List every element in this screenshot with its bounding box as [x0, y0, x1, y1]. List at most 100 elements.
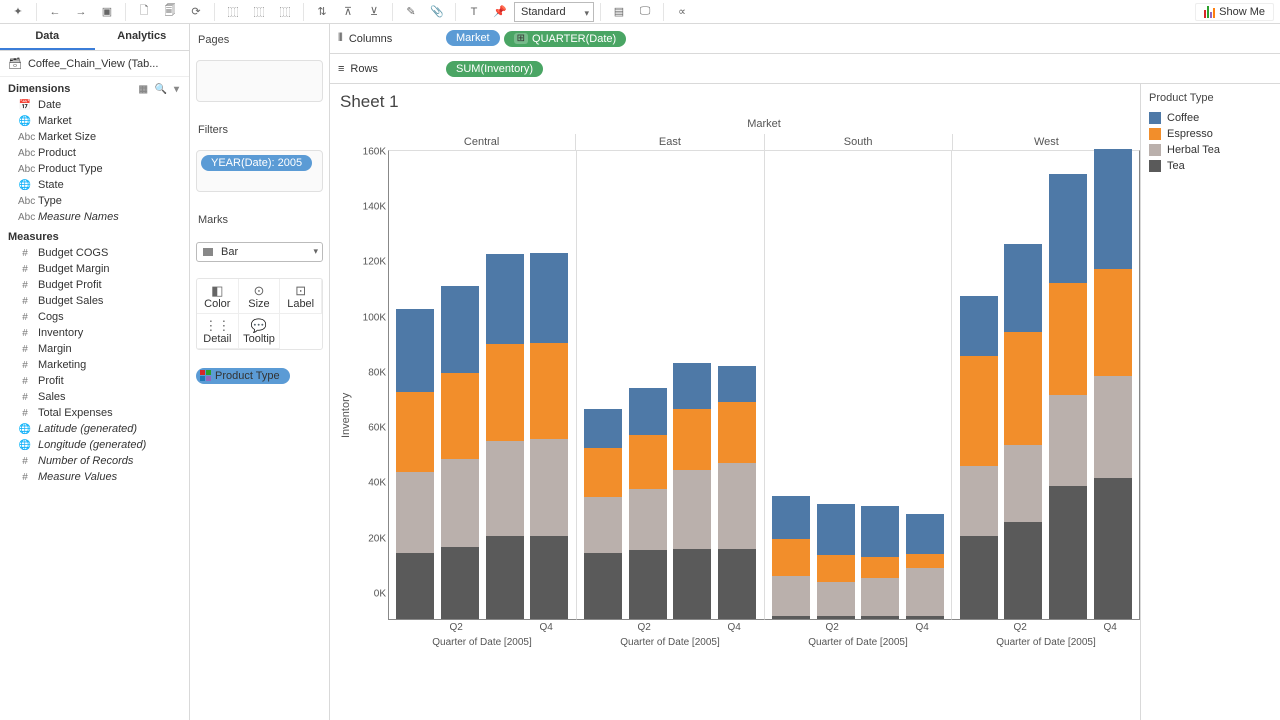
- tab-analytics[interactable]: Analytics: [95, 24, 190, 50]
- bar-segment[interactable]: [1094, 269, 1132, 375]
- bar-segment[interactable]: [673, 409, 711, 470]
- forward-icon[interactable]: →: [69, 1, 93, 23]
- new-sheet-icon[interactable]: ⿲: [221, 1, 245, 23]
- dimension-field-date[interactable]: 📅Date: [0, 97, 189, 113]
- bar-segment[interactable]: [1004, 332, 1042, 445]
- bar-segment[interactable]: [629, 550, 667, 619]
- filter-pill-year[interactable]: YEAR(Date): 2005: [201, 155, 312, 171]
- bar-segment[interactable]: [584, 448, 622, 498]
- bar-segment[interactable]: [1004, 445, 1042, 522]
- text-icon[interactable]: T: [462, 1, 486, 23]
- bar-south-q3[interactable]: [861, 506, 899, 619]
- bar-west-q3[interactable]: [1049, 174, 1087, 619]
- bar-segment[interactable]: [817, 555, 855, 581]
- bar-east-q2[interactable]: [629, 388, 667, 619]
- bar-segment[interactable]: [772, 576, 810, 616]
- filters-shelf[interactable]: YEAR(Date): 2005: [196, 150, 323, 192]
- bar-segment[interactable]: [629, 435, 667, 489]
- bar-segment[interactable]: [584, 409, 622, 448]
- measure-field-sales[interactable]: #Sales: [0, 389, 189, 405]
- measure-field-profit[interactable]: #Profit: [0, 373, 189, 389]
- attach-icon[interactable]: 📎: [425, 1, 449, 23]
- refresh-icon[interactable]: ⟳: [184, 1, 208, 23]
- logo-icon[interactable]: ✦: [6, 1, 30, 23]
- dimension-field-product[interactable]: AbcProduct: [0, 145, 189, 161]
- tab-data[interactable]: Data: [0, 24, 95, 50]
- bar-segment[interactable]: [817, 504, 855, 555]
- bar-segment[interactable]: [772, 616, 810, 619]
- bar-segment[interactable]: [629, 489, 667, 550]
- bar-west-q4[interactable]: [1094, 149, 1132, 619]
- bar-segment[interactable]: [861, 557, 899, 578]
- measure-field-cogs[interactable]: #Cogs: [0, 309, 189, 325]
- bar-segment[interactable]: [718, 549, 756, 620]
- bar-segment[interactable]: [718, 402, 756, 463]
- measure-field-latitude-generated-[interactable]: 🌐Latitude (generated): [0, 421, 189, 437]
- bar-segment[interactable]: [861, 506, 899, 557]
- back-icon[interactable]: ←: [43, 1, 67, 23]
- bar-segment[interactable]: [673, 363, 711, 409]
- marks-tooltip-button[interactable]: 💬Tooltip: [239, 314, 281, 349]
- highlight-icon[interactable]: ✎: [399, 1, 423, 23]
- measure-field-total-expenses[interactable]: #Total Expenses: [0, 405, 189, 421]
- bar-central-q4[interactable]: [530, 253, 568, 619]
- bar-segment[interactable]: [960, 296, 998, 357]
- bar-segment[interactable]: [906, 568, 944, 616]
- bar-segment[interactable]: [584, 497, 622, 552]
- marks-pill-product-type[interactable]: Product Type: [196, 368, 290, 384]
- bar-segment[interactable]: [1094, 149, 1132, 269]
- bar-segment[interactable]: [1004, 244, 1042, 331]
- bar-segment[interactable]: [530, 536, 568, 619]
- new-datasource-icon[interactable]: 🗋: [132, 1, 156, 23]
- bar-segment[interactable]: [960, 356, 998, 465]
- bar-segment[interactable]: [584, 553, 622, 619]
- bar-segment[interactable]: [673, 470, 711, 549]
- bar-segment[interactable]: [441, 459, 479, 547]
- bar-segment[interactable]: [960, 466, 998, 537]
- measure-field-budget-profit[interactable]: #Budget Profit: [0, 277, 189, 293]
- bar-segment[interactable]: [441, 547, 479, 619]
- rows-shelf[interactable]: ≡Rows SUM(Inventory): [330, 54, 1280, 84]
- datasource-row[interactable]: 🗃 Coffee_Chain_View (Tab...: [0, 51, 189, 77]
- dimension-field-type[interactable]: AbcType: [0, 193, 189, 209]
- rows-pill-sum-inventory-[interactable]: SUM(Inventory): [446, 61, 543, 77]
- bar-central-q2[interactable]: [441, 286, 479, 619]
- measure-field-margin[interactable]: #Margin: [0, 341, 189, 357]
- bar-segment[interactable]: [817, 616, 855, 619]
- bar-segment[interactable]: [1049, 174, 1087, 283]
- presentation-icon[interactable]: 🖵: [633, 1, 657, 23]
- bar-segment[interactable]: [906, 616, 944, 619]
- measure-field-number-of-records[interactable]: #Number of Records: [0, 453, 189, 469]
- bar-segment[interactable]: [396, 553, 434, 619]
- sheet-title[interactable]: Sheet 1: [338, 92, 1140, 118]
- bar-segment[interactable]: [1094, 376, 1132, 478]
- duplicate-sheet-icon[interactable]: ⿲: [247, 1, 271, 23]
- sort-desc-icon[interactable]: ⊻: [362, 1, 386, 23]
- measure-field-longitude-generated-[interactable]: 🌐Longitude (generated): [0, 437, 189, 453]
- bar-south-q1[interactable]: [772, 496, 810, 619]
- measure-field-measure-values[interactable]: #Measure Values: [0, 469, 189, 485]
- measure-field-budget-margin[interactable]: #Budget Margin: [0, 261, 189, 277]
- bar-segment[interactable]: [817, 582, 855, 617]
- pages-shelf[interactable]: [196, 60, 323, 102]
- save-icon[interactable]: ▣: [95, 1, 119, 23]
- bar-segment[interactable]: [441, 286, 479, 373]
- measure-field-budget-sales[interactable]: #Budget Sales: [0, 293, 189, 309]
- swap-icon[interactable]: ⇅: [310, 1, 334, 23]
- bar-east-q3[interactable]: [673, 363, 711, 619]
- legend-item-tea[interactable]: Tea: [1149, 158, 1272, 174]
- bar-segment[interactable]: [486, 536, 524, 619]
- bar-west-q1[interactable]: [960, 296, 998, 619]
- bar-segment[interactable]: [530, 253, 568, 343]
- dimension-field-product-type[interactable]: AbcProduct Type: [0, 161, 189, 177]
- marks-color-button[interactable]: ◧Color: [197, 279, 239, 314]
- bar-central-q3[interactable]: [486, 254, 524, 619]
- legend-item-herbal-tea[interactable]: Herbal Tea: [1149, 142, 1272, 158]
- show-me-button[interactable]: Show Me: [1195, 3, 1274, 21]
- bar-segment[interactable]: [772, 539, 810, 576]
- dimension-field-market-size[interactable]: AbcMarket Size: [0, 129, 189, 145]
- bar-segment[interactable]: [486, 254, 524, 344]
- bar-segment[interactable]: [1004, 522, 1042, 619]
- bar-segment[interactable]: [396, 309, 434, 392]
- columns-shelf[interactable]: ⦀Columns Market⊞QUARTER(Date): [330, 24, 1280, 54]
